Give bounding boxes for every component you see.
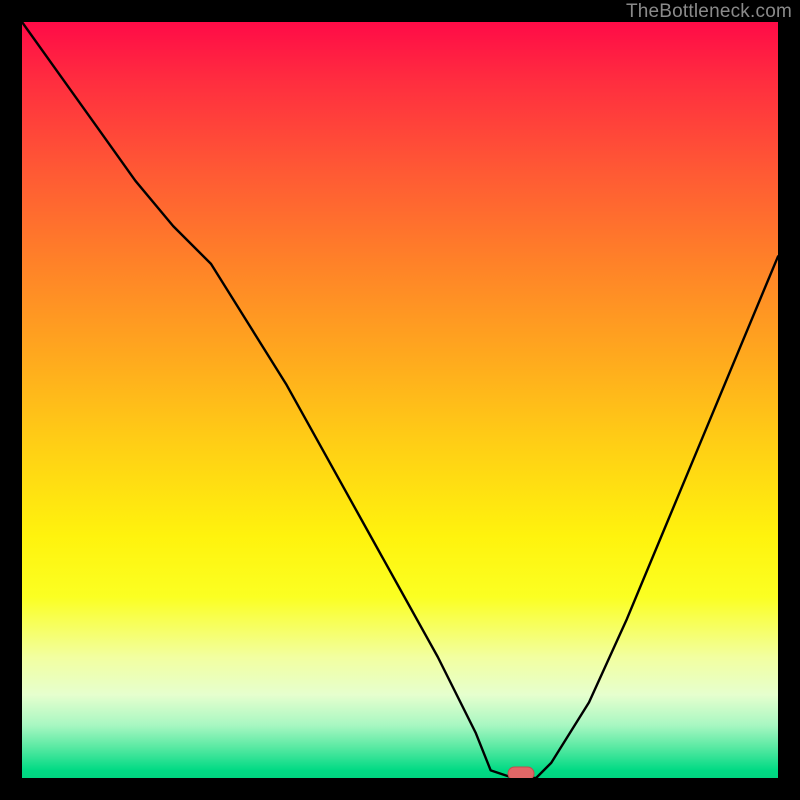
optimal-marker — [508, 767, 534, 778]
plot-area — [22, 22, 778, 778]
chart-frame: TheBottleneck.com — [0, 0, 800, 800]
watermark-text: TheBottleneck.com — [626, 1, 792, 23]
curve-path — [22, 22, 778, 778]
bottleneck-curve — [22, 22, 778, 778]
bottleneck-curve-svg — [22, 22, 778, 778]
optimal-marker-pill — [508, 767, 534, 778]
